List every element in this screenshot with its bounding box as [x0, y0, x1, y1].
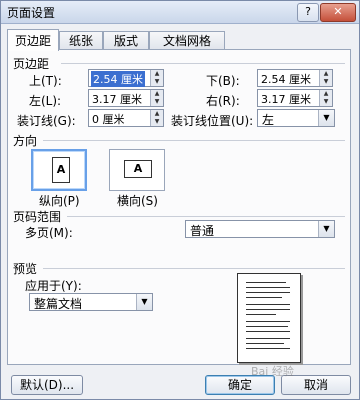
right-margin-label: 右(R): [206, 94, 240, 108]
page-preview [237, 273, 301, 363]
page-setup-dialog: 页面设置 ? ✕ 页边距 纸张 版式 文档网格 页边距 上(T): 2.54 厘… [0, 0, 360, 400]
spin-down-icon[interactable]: ▼ [150, 98, 163, 106]
preview-text-line [246, 331, 290, 332]
preview-text-line [246, 282, 286, 283]
spin-down-icon[interactable]: ▼ [150, 78, 163, 86]
landscape-label[interactable]: 横向(S) [117, 192, 158, 209]
portrait-option[interactable]: A [31, 149, 87, 191]
tab-doc-grid[interactable]: 文档网格 [149, 31, 225, 49]
title-bar: 页面设置 ? ✕ [1, 1, 359, 24]
preview-text-line [246, 326, 288, 327]
divider [43, 268, 345, 269]
preview-text-line [246, 297, 282, 298]
orientation-section-label: 方向 [13, 134, 38, 148]
apply-to-label: 应用于(Y): [25, 279, 82, 293]
preview-text-line [246, 287, 290, 288]
preview-text-line [246, 338, 290, 339]
top-margin-value[interactable]: 2.54 厘米 [91, 71, 145, 87]
bottom-margin-label: 下(B): [206, 74, 240, 88]
bottom-margin-spinner[interactable]: 2.54 厘米 ▲ ▼ [257, 69, 333, 87]
window-title: 页面设置 [7, 6, 56, 20]
top-margin-spinner[interactable]: 2.54 厘米 ▲ ▼ [88, 69, 164, 87]
divider [67, 216, 345, 217]
close-button[interactable]: ✕ [320, 3, 356, 22]
preview-text-line [246, 321, 290, 322]
tab-layout[interactable]: 版式 [103, 31, 149, 49]
dropdown-arrow-icon[interactable]: ▼ [136, 294, 152, 310]
portrait-icon-letter: A [56, 163, 66, 176]
apply-to-value: 整篇文档 [34, 297, 83, 311]
multiple-pages-label: 多页(M): [25, 226, 73, 240]
dropdown-arrow-icon[interactable]: ▼ [318, 221, 334, 237]
landscape-page-icon: A [124, 160, 152, 178]
apply-to-select[interactable]: 整篇文档 ▼ [29, 293, 153, 311]
gutter-position-select[interactable]: 左 ▼ [257, 109, 335, 127]
preview-text-line [246, 304, 290, 305]
preview-text-line [246, 292, 290, 293]
gutter-value[interactable]: 0 厘米 [92, 111, 125, 127]
margins-section-label: 页边距 [13, 57, 50, 71]
portrait-label[interactable]: 纵向(P) [39, 192, 80, 209]
right-margin-value[interactable]: 3.17 厘米 [261, 91, 311, 107]
help-button[interactable]: ? [297, 3, 319, 22]
top-margin-label: 上(T): [29, 74, 62, 88]
landscape-icon-letter: A [133, 162, 143, 175]
default-button[interactable]: 默认(D)... [11, 375, 83, 395]
spin-down-icon[interactable]: ▼ [150, 118, 163, 126]
gutter-spinner[interactable]: 0 厘米 ▲ ▼ [88, 109, 164, 127]
left-margin-label: 左(L): [29, 94, 62, 108]
spin-down-icon[interactable]: ▼ [319, 78, 332, 86]
portrait-page-icon: A [52, 157, 70, 183]
pages-section-label: 页码范围 [13, 210, 62, 224]
preview-text-line [246, 348, 290, 349]
bottom-margin-value[interactable]: 2.54 厘米 [261, 71, 311, 87]
watermark: Bai 经验 [251, 365, 294, 378]
gutter-position-label: 装订线位置(U): [171, 114, 254, 128]
preview-section-label: 预览 [13, 262, 38, 276]
tab-paper[interactable]: 纸张 [59, 31, 103, 49]
right-margin-spinner[interactable]: 3.17 厘米 ▲ ▼ [257, 89, 333, 107]
spin-down-icon[interactable]: ▼ [319, 98, 332, 106]
landscape-option[interactable]: A [109, 149, 165, 191]
left-margin-spinner[interactable]: 3.17 厘米 ▲ ▼ [88, 89, 164, 107]
preview-text-line [246, 343, 284, 344]
gutter-position-value: 左 [262, 113, 275, 127]
preview-text-line [246, 309, 290, 310]
left-margin-value[interactable]: 3.17 厘米 [92, 91, 142, 107]
dropdown-arrow-icon[interactable]: ▼ [318, 110, 334, 126]
divider [61, 63, 345, 64]
divider [43, 140, 345, 141]
preview-text-line [246, 314, 276, 315]
gutter-label: 装订线(G): [17, 114, 76, 128]
multiple-pages-value: 普通 [190, 224, 215, 238]
multiple-pages-select[interactable]: 普通 ▼ [185, 220, 335, 238]
tab-margins[interactable]: 页边距 [7, 29, 59, 51]
